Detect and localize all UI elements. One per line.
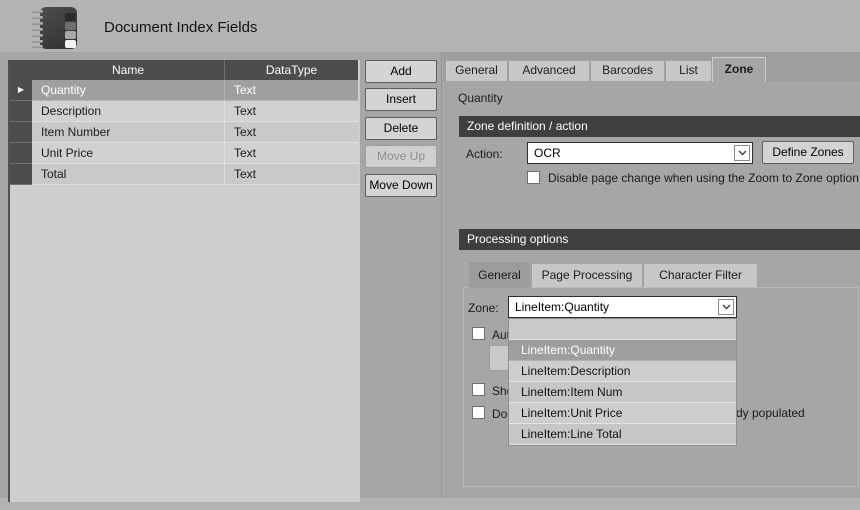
current-row-arrow-icon: ▶ [18, 85, 24, 94]
define-zones-button[interactable]: Define Zones [762, 141, 854, 164]
insert-button[interactable]: Insert [365, 88, 437, 111]
row-selector[interactable] [10, 122, 32, 143]
tab-general[interactable]: General [445, 60, 508, 81]
field-title: Quantity [458, 91, 503, 105]
populated-text-fragment: dy populated [736, 406, 805, 420]
tab-advanced[interactable]: Advanced [508, 60, 590, 81]
zone-dropdown-list: LineItem:Quantity LineItem:Description L… [508, 318, 737, 446]
dropdown-item-description[interactable]: LineItem:Description [509, 361, 736, 382]
action-combobox-dropdown-button[interactable] [734, 145, 750, 161]
action-label: Action: [466, 147, 503, 161]
grid-header-row: Name DataType [10, 60, 358, 80]
grid-header-name[interactable]: Name [32, 60, 224, 80]
tab-barcodes[interactable]: Barcodes [590, 60, 665, 81]
grid-cell-datatype: Text [224, 143, 358, 164]
grid-cell-name: Description [32, 101, 224, 122]
add-button[interactable]: Add [365, 60, 437, 83]
grid-row-description[interactable]: Description Text [10, 101, 358, 122]
chevron-down-icon [722, 304, 731, 310]
grid-cell-datatype: Text [224, 80, 358, 101]
grid-row-unit-price[interactable]: Unit Price Text [10, 143, 358, 164]
dropdown-item-line-total[interactable]: LineItem:Line Total [509, 424, 736, 445]
grid-row-total[interactable]: Total Text [10, 164, 358, 185]
row-selector[interactable] [10, 101, 32, 122]
move-up-button[interactable]: Move Up [365, 145, 437, 168]
delete-button[interactable]: Delete [365, 117, 437, 140]
auto-checkbox[interactable] [472, 327, 485, 340]
grid-cell-datatype: Text [224, 122, 358, 143]
grid-cell-name: Quantity [32, 80, 224, 101]
dropdown-item-unit-price[interactable]: LineItem:Unit Price [509, 403, 736, 424]
grid-row-quantity[interactable]: ▶ Quantity Text [10, 80, 358, 101]
zone-label: Zone: [468, 301, 499, 315]
grid-row-item-number[interactable]: Item Number Text [10, 122, 358, 143]
dropdown-item-quantity[interactable]: LineItem:Quantity [509, 340, 736, 361]
document-index-icon [32, 7, 78, 49]
dropdown-item-item-num[interactable]: LineItem:Item Num [509, 382, 736, 403]
disable-page-change-checkbox[interactable] [527, 171, 540, 184]
grid-cell-datatype: Text [224, 164, 358, 185]
proc-tab-page-processing[interactable]: Page Processing [531, 263, 643, 287]
zone-combobox[interactable]: LineItem:Quantity [508, 296, 737, 318]
zone-combobox-value: LineItem:Quantity [515, 297, 609, 317]
tab-zone[interactable]: Zone [712, 57, 766, 82]
grid-cell-datatype: Text [224, 101, 358, 122]
chevron-down-icon [738, 150, 747, 156]
dropdown-item-blank[interactable] [509, 319, 736, 340]
page-title: Document Index Fields [104, 19, 257, 36]
row-selector[interactable] [10, 164, 32, 185]
proc-tab-general[interactable]: General [468, 261, 531, 288]
zone-combobox-dropdown-button[interactable] [718, 299, 734, 315]
fields-grid: Name DataType ▶ Quantity Text Descriptio… [8, 60, 360, 502]
row-selector[interactable] [10, 143, 32, 164]
tab-list[interactable]: List [665, 60, 712, 81]
panel-divider [441, 52, 442, 498]
move-down-button[interactable]: Move Down [365, 174, 437, 197]
action-combobox-value: OCR [534, 143, 561, 163]
grid-header-datatype[interactable]: DataType [224, 60, 358, 80]
grid-cell-name: Item Number [32, 122, 224, 143]
proc-tab-character-filter[interactable]: Character Filter [643, 263, 758, 287]
dont-checkbox[interactable] [472, 406, 485, 419]
grid-cell-name: Unit Price [32, 143, 224, 164]
row-selector[interactable]: ▶ [10, 80, 32, 101]
processing-options-header: Processing options [459, 229, 860, 250]
zone-definition-header: Zone definition / action [459, 116, 860, 137]
action-combobox[interactable]: OCR [527, 142, 753, 164]
disable-page-change-label: Disable page change when using the Zoom … [548, 171, 859, 185]
document-index-fields-window: Document Index Fields Name DataType ▶ Qu… [0, 0, 860, 510]
grid-cell-name: Total [32, 164, 224, 185]
show-checkbox[interactable] [472, 383, 485, 396]
